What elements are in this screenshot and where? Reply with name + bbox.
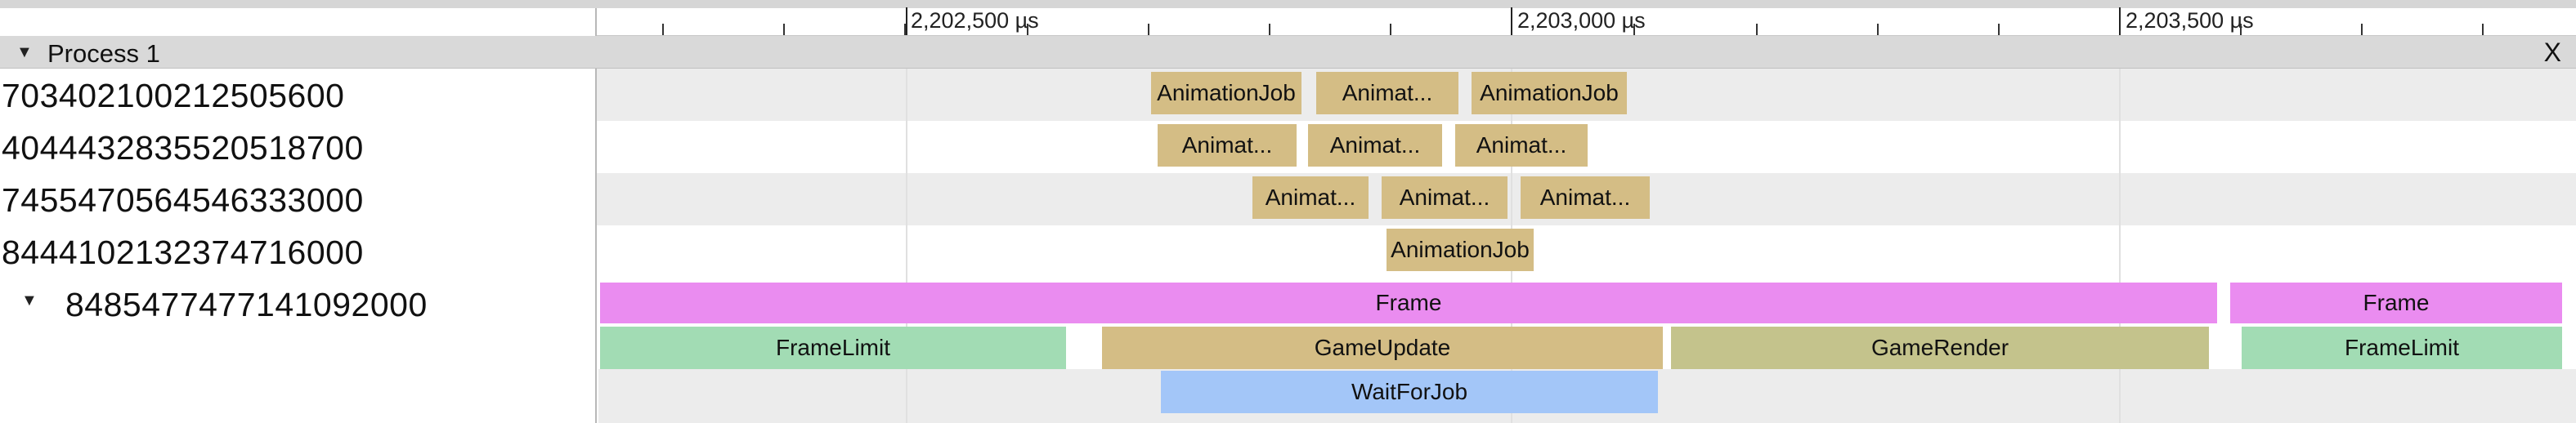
ruler-label: 2,203,500 µs bbox=[2126, 8, 2254, 33]
ruler-major-tick bbox=[2119, 7, 2121, 35]
thread-label-cell: 7455470564546333000 bbox=[0, 173, 597, 225]
frame-limit-slice[interactable]: FrameLimit bbox=[2242, 327, 2562, 369]
process-header[interactable]: ▼ Process 1 X bbox=[0, 36, 2576, 69]
ruler-tick bbox=[1390, 24, 1391, 35]
thread-label-cell: 7034021002125056​00 bbox=[0, 69, 597, 121]
ruler-label: 2,203,000 µs bbox=[1517, 8, 1646, 33]
gridline bbox=[906, 69, 907, 423]
collapse-triangle-icon[interactable]: ▼ bbox=[21, 292, 38, 310]
animation-job-slice[interactable]: Animat... bbox=[1252, 176, 1369, 219]
animation-job-slice[interactable]: AnimationJob bbox=[1387, 229, 1534, 271]
ruler-tick bbox=[783, 24, 785, 35]
animation-job-slice[interactable]: Animat... bbox=[1308, 124, 1442, 167]
thread-row: 8444102132374716000 bbox=[0, 225, 2576, 278]
ruler-tick bbox=[1148, 24, 1149, 35]
animation-job-slice[interactable]: Animat... bbox=[1158, 124, 1297, 167]
gridline bbox=[2119, 69, 2121, 423]
top-strip bbox=[0, 0, 2576, 8]
animation-job-slice[interactable]: Animat... bbox=[1521, 176, 1650, 219]
ruler-tick bbox=[1756, 24, 1758, 35]
animation-job-slice[interactable]: Animat... bbox=[1316, 72, 1458, 114]
ruler-tick bbox=[2482, 24, 2484, 35]
collapse-triangle-icon[interactable]: ▼ bbox=[16, 43, 33, 62]
ruler-tick bbox=[662, 24, 664, 35]
ruler-tick bbox=[1877, 24, 1879, 35]
animation-job-slice[interactable]: AnimationJob bbox=[1151, 72, 1301, 114]
wait-for-job-slice[interactable]: WaitForJob bbox=[1161, 371, 1658, 413]
game-update-slice[interactable]: GameUpdate bbox=[1102, 327, 1663, 369]
thread-id: 8444102132374716000 bbox=[2, 234, 364, 271]
thread-label-cell: 404443283552051​8700 bbox=[0, 121, 597, 173]
thread-id: 8485477477141092000 bbox=[65, 286, 428, 323]
ruler-tick bbox=[1998, 24, 2000, 35]
frame-slice[interactable]: Frame bbox=[2230, 283, 2562, 323]
animation-job-slice[interactable]: Animat... bbox=[1382, 176, 1508, 219]
thread-label-cell: ▼ 8485477477141092000 bbox=[0, 278, 597, 423]
time-ruler[interactable]: 2,202,500 µs 2,203,000 µs 2,203,500 µs bbox=[0, 7, 2576, 36]
ruler-tick bbox=[2240, 24, 2242, 35]
ruler-major-tick bbox=[906, 7, 907, 35]
frame-slice[interactable]: Frame bbox=[600, 283, 2217, 323]
animation-job-slice[interactable]: AnimationJob bbox=[1472, 72, 1627, 114]
ruler-tick bbox=[1269, 24, 1270, 35]
ruler-left-blank bbox=[0, 8, 597, 36]
animation-job-slice[interactable]: Animat... bbox=[1455, 124, 1588, 167]
thread-id: 404443283552051​8700 bbox=[2, 129, 364, 167]
ruler-tick bbox=[2361, 24, 2363, 35]
ruler-tick bbox=[1027, 24, 1028, 35]
game-render-slice[interactable]: GameRender bbox=[1671, 327, 2209, 369]
process-title: Process 1 bbox=[47, 39, 160, 68]
thread-id: 7034021002125056​00 bbox=[2, 77, 345, 114]
ruler-tick bbox=[1633, 24, 1635, 35]
ruler-major-tick bbox=[1511, 7, 1512, 35]
thread-id: 7455470564546333000 bbox=[2, 181, 364, 219]
close-icon[interactable]: X bbox=[2544, 38, 2561, 68]
frame-limit-slice[interactable]: FrameLimit bbox=[600, 327, 1066, 369]
ruler-label: 2,202,500 µs bbox=[911, 8, 1039, 33]
thread-label-cell: 8444102132374716000 bbox=[0, 225, 597, 278]
